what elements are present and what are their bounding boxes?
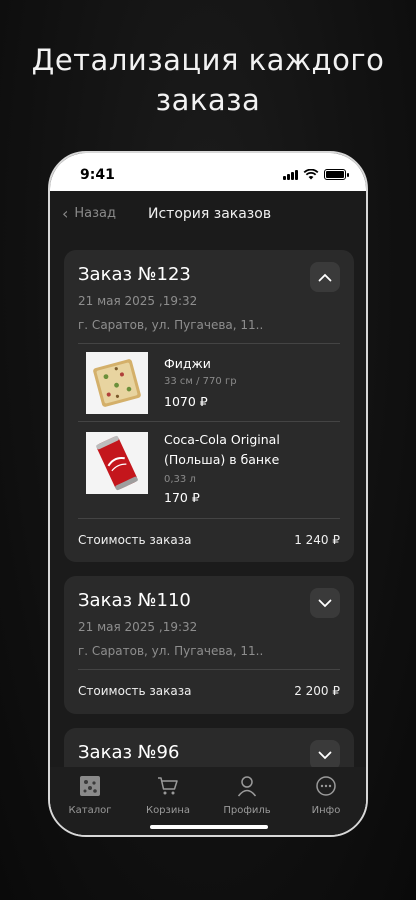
divider — [78, 421, 340, 422]
tab-label: Корзина — [145, 805, 191, 816]
collapse-button[interactable] — [310, 262, 340, 292]
info-icon — [316, 776, 336, 796]
tab-profile[interactable]: Профиль — [212, 773, 282, 816]
back-label: Назад — [74, 206, 117, 221]
cola-can-icon — [86, 432, 148, 494]
phone-notch — [142, 153, 276, 183]
signal-icon — [283, 170, 298, 180]
order-card: Заказ №110 21 мая 2025 ,19:32 г. Саратов… — [64, 576, 354, 714]
order-total-row: Стоимость заказа 1 240 ₽ — [78, 533, 340, 547]
promo-headline: Детализация каждого заказа — [0, 40, 416, 120]
chevron-down-icon — [318, 751, 332, 759]
expand-button[interactable] — [310, 588, 340, 618]
cart-icon — [158, 777, 178, 795]
divider — [78, 518, 340, 519]
item-price: 170 ₽ — [164, 490, 200, 505]
order-title: Заказ №123 — [78, 264, 191, 285]
tab-label: Профиль — [223, 805, 271, 816]
tab-label: Каталог — [68, 805, 112, 816]
status-time: 9:41 — [80, 167, 115, 183]
page-title: История заказов — [148, 206, 272, 222]
item-name-line-1: Coca-Cola Original — [164, 432, 280, 447]
order-item[interactable]: Coca-Cola Original (Польша) в банке 0,33… — [78, 426, 340, 510]
order-total-label: Стоимость заказа — [78, 684, 192, 698]
item-meta: 33 см / 770 гр — [164, 376, 237, 387]
tab-catalog[interactable]: Каталог — [55, 773, 125, 816]
order-title: Заказ №110 — [78, 590, 191, 611]
order-date: 21 мая 2025 ,19:32 — [78, 294, 198, 308]
order-address: г. Саратов, ул. Пугачева, 11.. — [78, 644, 264, 658]
order-total-row: Стоимость заказа 2 200 ₽ — [78, 684, 340, 698]
tab-info[interactable]: Инфо — [291, 773, 361, 816]
chevron-down-icon — [318, 599, 332, 607]
item-meta: 0,33 л — [164, 474, 196, 485]
tab-cart[interactable]: Корзина — [133, 773, 203, 816]
app-screen: ‹ Назад История заказов Заказ №123 21 ма… — [50, 191, 366, 835]
item-name: Фиджи — [164, 356, 211, 371]
nav-bar: ‹ Назад История заказов — [50, 201, 366, 231]
order-total-value: 1 240 ₽ — [294, 533, 340, 547]
expand-button[interactable] — [310, 740, 340, 770]
order-total-value: 2 200 ₽ — [294, 684, 340, 698]
divider — [78, 343, 340, 344]
item-price: 1070 ₽ — [164, 394, 208, 409]
home-indicator — [150, 825, 268, 829]
status-icons — [283, 169, 349, 180]
tab-bar: Каталог Корзина Профиль Инфо — [50, 767, 366, 835]
chevron-up-icon — [318, 273, 332, 281]
item-name-line-2: (Польша) в банке — [164, 452, 280, 467]
headline-line-2: заказа — [155, 83, 261, 117]
catalog-icon — [80, 776, 100, 796]
item-name: Coca-Cola Original (Польша) в банке — [164, 430, 280, 470]
order-date: 21 мая 2025 ,19:32 — [78, 620, 198, 634]
tab-label: Инфо — [311, 805, 341, 816]
order-total-label: Стоимость заказа — [78, 533, 192, 547]
pizza-icon — [86, 352, 148, 414]
phone-frame: 9:41 ‹ Назад История заказов Заказ №123 — [48, 151, 368, 837]
battery-icon — [324, 169, 349, 180]
order-address: г. Саратов, ул. Пугачева, 11.. — [78, 318, 264, 332]
wifi-icon — [303, 169, 319, 180]
order-item[interactable]: Фиджи 33 см / 770 гр 1070 ₽ — [78, 350, 340, 420]
headline-line-1: Детализация каждого — [31, 43, 385, 77]
chevron-left-icon: ‹ — [62, 203, 69, 223]
order-title: Заказ №96 — [78, 742, 180, 763]
back-button[interactable]: ‹ Назад — [62, 203, 117, 223]
divider — [78, 669, 340, 670]
profile-icon — [237, 776, 257, 797]
order-card: Заказ №123 21 мая 2025 ,19:32 г. Саратов… — [64, 250, 354, 562]
